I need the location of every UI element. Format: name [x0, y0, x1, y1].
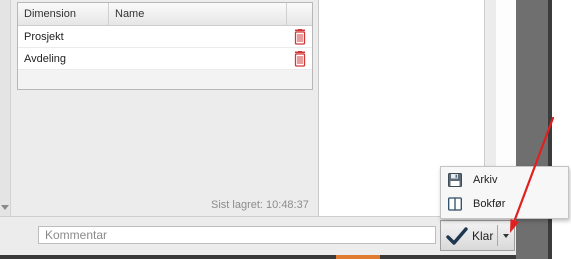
checkmark-icon: [446, 226, 468, 245]
klar-button[interactable]: Klar: [441, 221, 497, 250]
menu-item-label: Arkiv: [473, 174, 498, 186]
bottom-strip: [0, 255, 516, 259]
table-row[interactable]: Avdeling: [18, 48, 312, 70]
column-header-name[interactable]: Name: [109, 3, 287, 25]
klar-label: Klar: [472, 228, 494, 243]
cell-name[interactable]: [109, 26, 287, 47]
cell-dimension: Avdeling: [24, 52, 66, 65]
dimension-grid: Dimension Name Prosjekt Avdeling: [17, 2, 313, 90]
book-icon: [447, 196, 463, 212]
klar-dropdown-menu: Arkiv Bokfør: [440, 166, 569, 219]
dimension-panel: Dimension Name Prosjekt Avdeling Sist la…: [0, 0, 319, 216]
column-header-actions: [287, 3, 312, 25]
column-header-dimension[interactable]: Dimension: [18, 3, 109, 25]
cell-dimension: Prosjekt: [24, 30, 64, 43]
table-row[interactable]: Prosjekt: [18, 26, 312, 48]
klar-split-button[interactable]: Klar: [440, 220, 515, 251]
scroll-down-arrow-icon[interactable]: [1, 205, 9, 210]
menu-item-bokfor[interactable]: Bokfør: [441, 193, 568, 215]
cell-name[interactable]: [109, 48, 287, 69]
menu-item-label: Bokfør: [473, 198, 506, 210]
comment-input[interactable]: [38, 226, 436, 244]
floppy-disk-icon: [447, 172, 463, 188]
right-margin: [552, 0, 571, 259]
trash-icon[interactable]: [287, 48, 312, 69]
menu-item-arkiv[interactable]: Arkiv: [441, 169, 568, 191]
trash-icon[interactable]: [287, 26, 312, 47]
panel-scrollbar[interactable]: [0, 0, 11, 216]
caret-down-icon: [503, 233, 509, 238]
last-saved-status: Sist lagret: 10:48:37: [211, 199, 309, 211]
side-bar: [516, 0, 548, 259]
bottom-strip-highlight: [336, 255, 380, 259]
grid-header: Dimension Name: [18, 3, 312, 26]
klar-dropdown-button[interactable]: [498, 221, 514, 250]
